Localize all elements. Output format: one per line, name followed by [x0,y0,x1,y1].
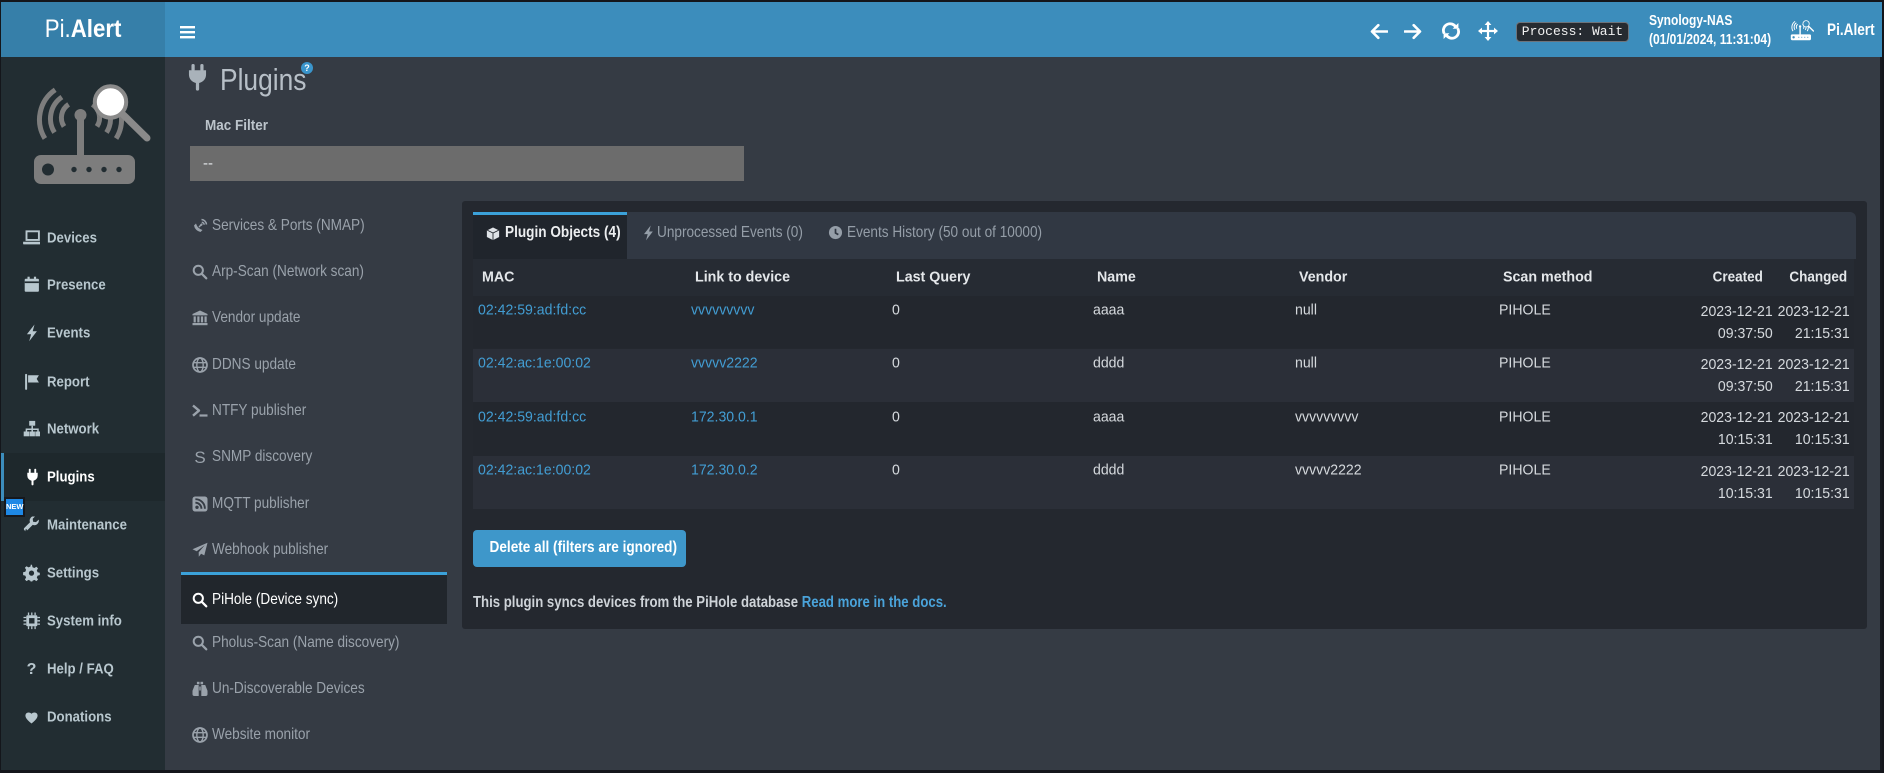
svg-text:S: S [194,449,205,465]
svg-text:?: ? [27,661,37,678]
